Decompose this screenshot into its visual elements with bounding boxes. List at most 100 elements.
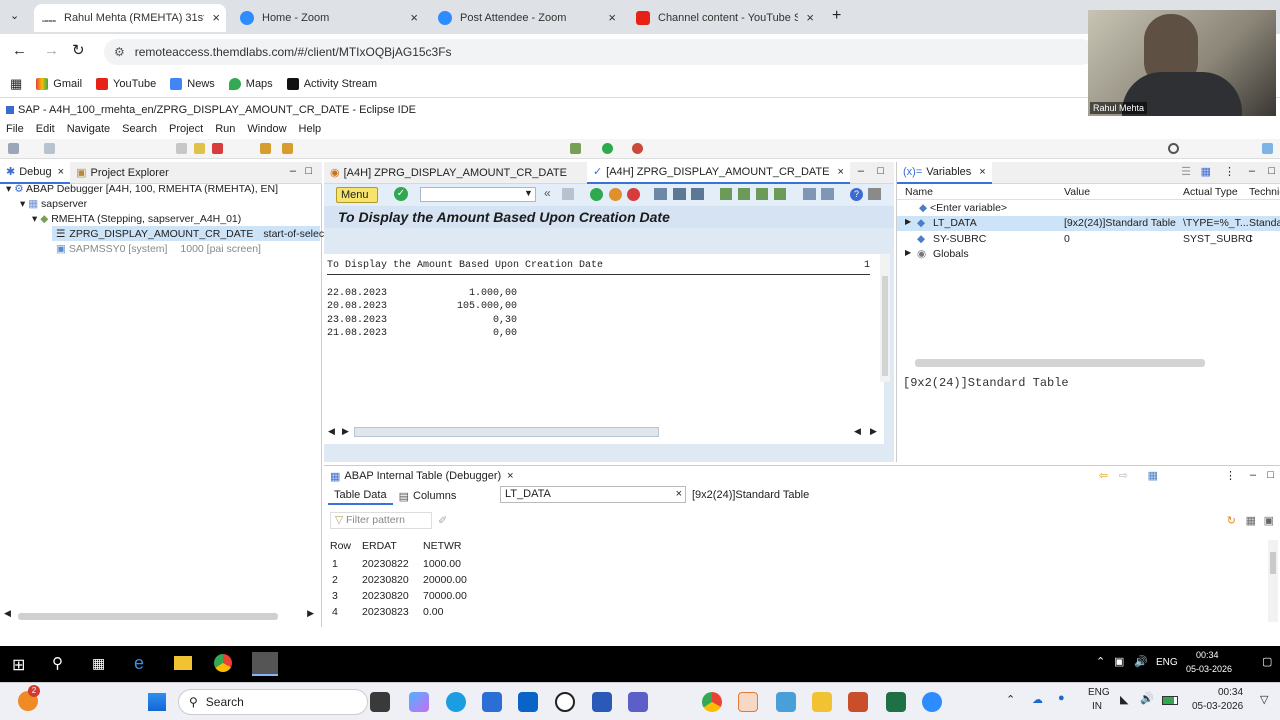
close-icon[interactable]: × bbox=[979, 166, 985, 178]
variable-name-field[interactable]: LT_DATA × bbox=[500, 486, 686, 503]
tab-project-explorer[interactable]: ▣ Project Explorer bbox=[70, 162, 175, 184]
teams-icon[interactable] bbox=[628, 692, 648, 712]
expand-icon[interactable]: ▾ bbox=[20, 198, 25, 210]
new-icon[interactable] bbox=[8, 143, 19, 154]
sap-horizontal-scrollbar[interactable]: ◀ ▶ ◀ ▶ bbox=[324, 426, 884, 438]
scroll-thumb[interactable] bbox=[1270, 552, 1276, 574]
cancel-red-icon[interactable] bbox=[627, 188, 640, 201]
enter-check-icon[interactable]: ✓ bbox=[394, 187, 408, 201]
editor-tab-2[interactable]: ✓ [A4H] ZPRG_DISPLAY_AMOUNT_CR_DATE × bbox=[586, 161, 850, 184]
layout-icon[interactable]: ▦ bbox=[1246, 514, 1256, 527]
step-over-icon[interactable] bbox=[282, 143, 293, 154]
variable-row[interactable]: ▶ ◉ Globals bbox=[897, 247, 1280, 262]
notifications-icon[interactable]: ▢ bbox=[1262, 655, 1272, 668]
bookmark-maps[interactable]: Maps bbox=[228, 77, 273, 90]
expand-icon[interactable]: ▾ bbox=[32, 213, 37, 225]
dell-icon[interactable] bbox=[555, 692, 575, 712]
new-tab-button[interactable]: + bbox=[832, 7, 841, 25]
variable-row-selected[interactable]: ▶ ◆ LT_DATA [9x2(24)]Standard Table \TYP… bbox=[897, 216, 1280, 231]
close-icon[interactable]: × bbox=[837, 166, 843, 178]
debug-tree-thread[interactable]: ▾ ◆ RMEHTA (Stepping, sapserver_A4H_01) bbox=[32, 213, 241, 225]
collapse-all-icon[interactable]: ☰ bbox=[1181, 165, 1191, 178]
close-tab-icon[interactable]: × bbox=[212, 10, 220, 25]
menu-file[interactable]: File bbox=[6, 123, 24, 135]
column-technical-type[interactable]: Technic bbox=[1249, 186, 1280, 198]
forward-arrow-icon[interactable]: ⇨ bbox=[1119, 469, 1128, 482]
fit-columns-icon[interactable]: ▣ bbox=[1264, 514, 1274, 527]
bookmark-gmail[interactable]: Gmail bbox=[36, 77, 82, 90]
apps-grid-icon[interactable]: ▦ bbox=[10, 76, 22, 92]
site-info-icon[interactable]: ⚙ bbox=[114, 45, 125, 59]
menu-run[interactable]: Run bbox=[215, 123, 235, 135]
language-indicator[interactable]: ENG bbox=[1088, 687, 1110, 698]
list-vertical-scrollbar[interactable] bbox=[880, 254, 890, 382]
close-icon[interactable]: × bbox=[507, 470, 513, 482]
scroll-thumb[interactable] bbox=[354, 427, 659, 437]
sap-gui-taskbar-icon[interactable] bbox=[252, 652, 278, 676]
show-type-names-icon[interactable]: ▦ bbox=[1201, 165, 1211, 178]
table-row[interactable]: 4 20230823 0.00 bbox=[330, 606, 480, 620]
bookmark-youtube[interactable]: YouTube bbox=[96, 77, 156, 90]
windows-start-icon[interactable] bbox=[148, 693, 166, 711]
find-icon[interactable] bbox=[673, 188, 686, 200]
language-indicator[interactable]: ENG bbox=[1156, 657, 1178, 668]
save-icon[interactable] bbox=[562, 188, 574, 200]
onedrive-icon[interactable]: ☁ bbox=[1032, 693, 1043, 706]
last-page-icon[interactable] bbox=[774, 188, 786, 200]
scroll-left-icon[interactable]: ◀ bbox=[328, 426, 335, 437]
maximize-icon[interactable]: □ bbox=[877, 165, 884, 177]
menu-window[interactable]: Window bbox=[247, 123, 286, 135]
network-icon[interactable]: ▣ bbox=[1114, 655, 1124, 668]
bookmark-activity-stream[interactable]: Activity Stream bbox=[286, 77, 377, 90]
forward-icon[interactable]: → bbox=[44, 42, 59, 59]
edge-icon[interactable] bbox=[446, 692, 466, 712]
browser-tab-1[interactable]: Rahul Mehta (RMEHTA) 31st De × bbox=[34, 4, 226, 32]
maximize-icon[interactable]: □ bbox=[1268, 165, 1275, 177]
filter-pattern-input[interactable]: ▽ Filter pattern bbox=[330, 512, 432, 529]
chrome-icon[interactable] bbox=[702, 692, 722, 712]
maximize-icon[interactable]: □ bbox=[305, 165, 312, 177]
file-explorer-icon[interactable] bbox=[174, 656, 192, 670]
battery-icon[interactable] bbox=[1162, 696, 1178, 705]
back-arrow-icon[interactable]: ⇦ bbox=[1099, 469, 1108, 482]
customize-layout-icon[interactable] bbox=[868, 188, 881, 200]
variables-horizontal-scrollbar[interactable] bbox=[903, 358, 1279, 368]
close-icon[interactable]: × bbox=[58, 166, 64, 178]
maximize-icon[interactable]: □ bbox=[1267, 469, 1274, 481]
list-row[interactable]: 22.08.2023 1.000,00 bbox=[327, 288, 517, 299]
clock-date[interactable]: 05-03-2026 bbox=[1192, 701, 1243, 712]
zoom-icon[interactable] bbox=[922, 692, 942, 712]
notifications-bell-icon[interactable]: ▽ bbox=[1260, 693, 1268, 706]
resume-icon[interactable] bbox=[176, 143, 187, 154]
editor-tab-1[interactable]: ◉ [A4H] ZPRG_DISPLAY_AMOUNT_CR_DATE bbox=[324, 162, 573, 184]
view-menu-icon[interactable]: ⋮ bbox=[1225, 469, 1236, 482]
expand-icon[interactable]: ▾ bbox=[6, 183, 11, 195]
help-icon[interactable]: ? bbox=[850, 188, 863, 201]
internet-explorer-icon[interactable]: e bbox=[134, 653, 144, 674]
search-icon[interactable]: ⚲ bbox=[52, 654, 63, 672]
debug-icon[interactable] bbox=[570, 143, 581, 154]
copilot-icon[interactable] bbox=[409, 692, 429, 712]
file-manager-icon[interactable] bbox=[370, 692, 390, 712]
save-icon[interactable] bbox=[44, 143, 55, 154]
suspend-icon[interactable] bbox=[194, 143, 205, 154]
tab-variables[interactable]: (x)= Variables × bbox=[897, 161, 992, 184]
taskbar-search-box[interactable]: ⚲ Search bbox=[178, 689, 368, 715]
scroll-right-icon[interactable]: ▶ bbox=[307, 608, 314, 619]
expand-icon[interactable]: ▶ bbox=[905, 248, 911, 257]
clock-date[interactable]: 05-03-2026 bbox=[1186, 664, 1232, 674]
debug-tree-root[interactable]: ▾ ⚙ ABAP Debugger [A4H, 100, RMEHTA (RME… bbox=[6, 183, 278, 195]
minimize-icon[interactable]: – bbox=[1249, 165, 1255, 177]
chrome-icon[interactable] bbox=[214, 654, 232, 672]
notepad-icon[interactable] bbox=[776, 692, 796, 712]
scroll-left-icon[interactable]: ◀ bbox=[4, 608, 11, 619]
tab-abap-internal-table[interactable]: ▦ ABAP Internal Table (Debugger) × bbox=[324, 465, 520, 487]
scroll-thumb[interactable] bbox=[882, 276, 888, 376]
command-dropdown-icon[interactable]: ▼ bbox=[524, 188, 533, 198]
view-menu-icon[interactable]: ⋮ bbox=[1224, 165, 1235, 178]
debug-stack-frame-selected[interactable]: ☰ ZPRG_DISPLAY_AMOUNT_CR_DATE start-of-s… bbox=[52, 226, 341, 241]
security-icon[interactable] bbox=[592, 692, 612, 712]
new-session-icon[interactable] bbox=[803, 188, 816, 200]
sap-menu-button[interactable]: Menu bbox=[336, 187, 378, 203]
menu-project[interactable]: Project bbox=[169, 123, 203, 135]
